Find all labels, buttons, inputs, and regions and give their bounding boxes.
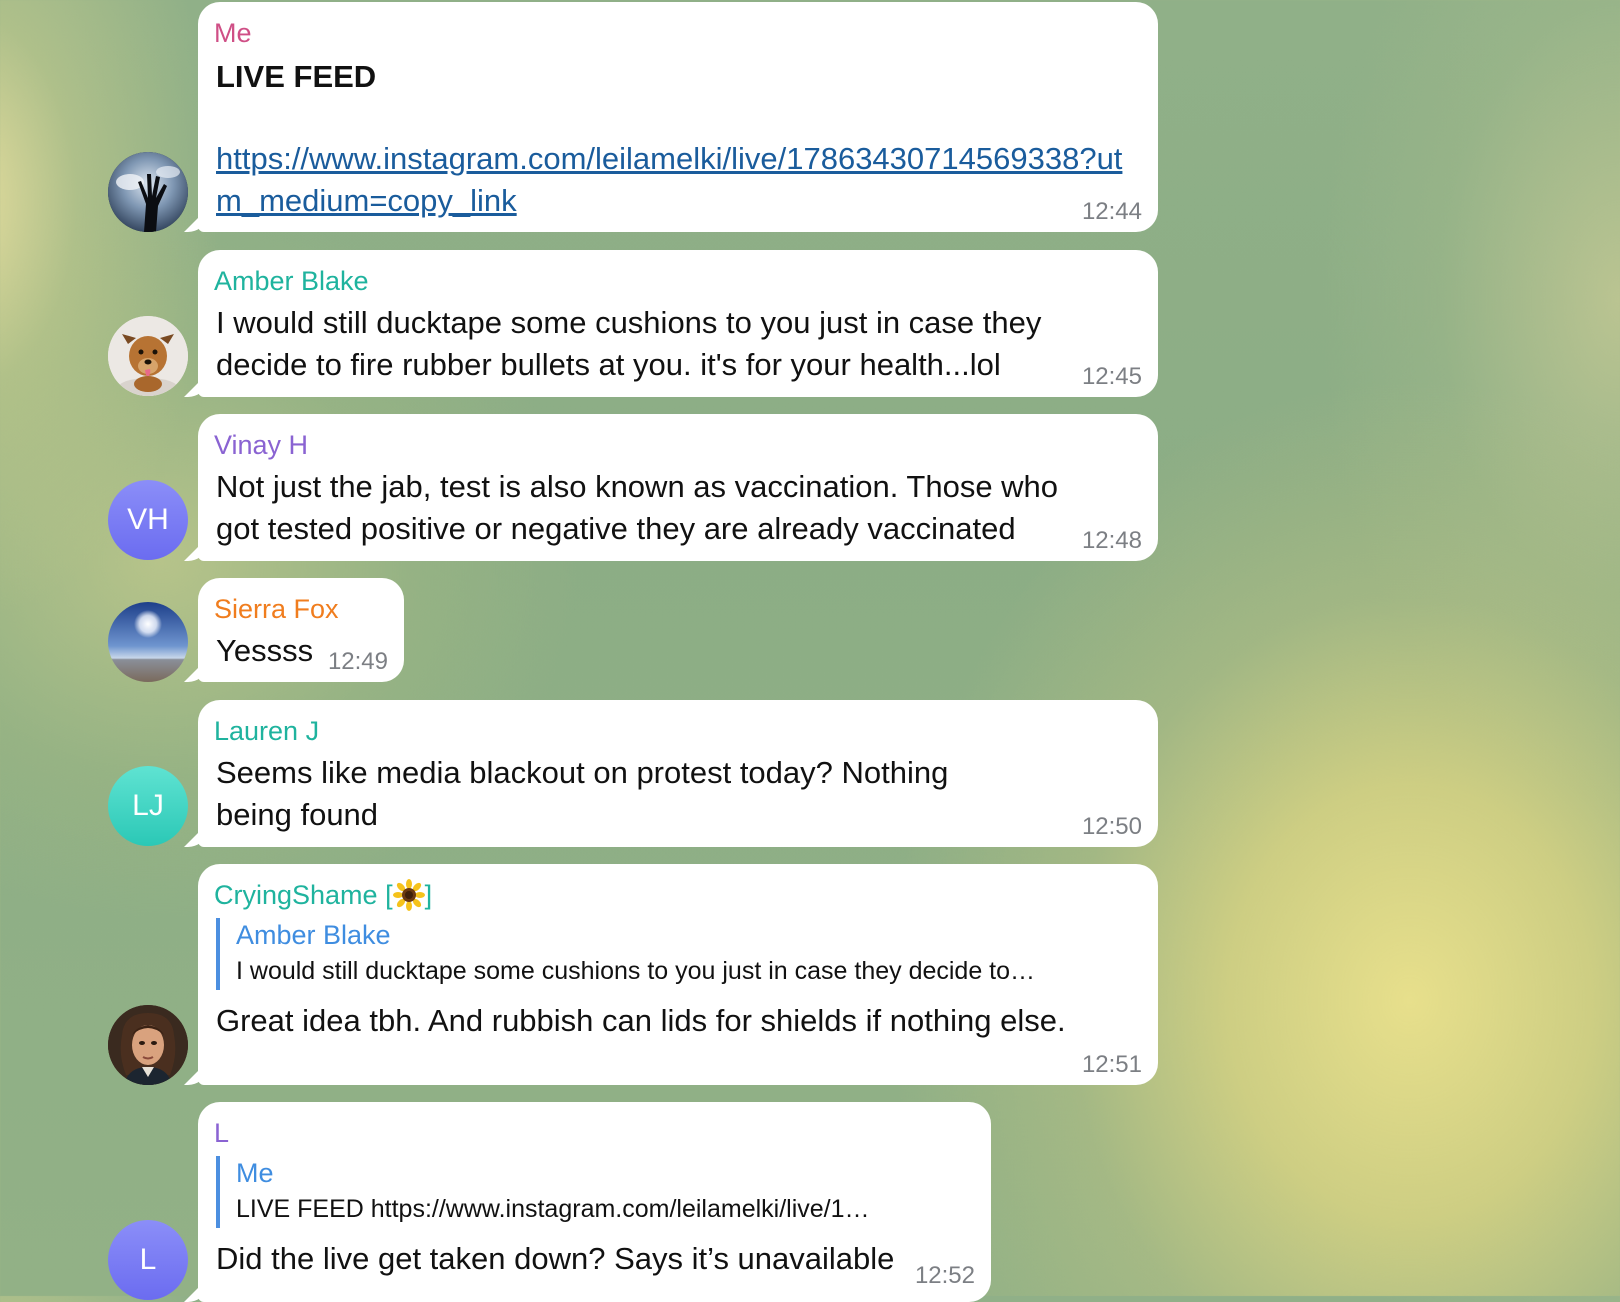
- reply-quote[interactable]: Me LIVE FEED https://www.instagram.com/l…: [216, 1156, 973, 1228]
- message-bubble-cryingshame[interactable]: CryingShame [ ] Amber Blake I would stil…: [198, 864, 1158, 1085]
- message-bubble-vinay-h[interactable]: Vinay H Not just the jab, test is also k…: [198, 414, 1158, 561]
- message-title: LIVE FEED: [216, 59, 377, 94]
- instagram-link[interactable]: https://www.instagram.com/leilamelki/liv…: [216, 141, 1122, 218]
- message-text: Not just the jab, test is also known as …: [216, 469, 1059, 546]
- message-text: Seems like media blackout on protest tod…: [216, 755, 949, 832]
- portrait-painting-photo: [108, 1005, 188, 1085]
- message-bubble-me[interactable]: Me LIVE FEED https://www.instagram.com/l…: [198, 2, 1158, 232]
- sender-name[interactable]: Me: [214, 16, 1140, 50]
- avatar-me[interactable]: [108, 152, 188, 232]
- message-bubble-lauren-j[interactable]: Lauren J Seems like media blackout on pr…: [198, 700, 1158, 847]
- beach-sun-photo: [108, 602, 188, 682]
- sunflower-icon: [392, 879, 425, 911]
- reply-name: Amber Blake: [236, 920, 391, 950]
- reply-name: Me: [236, 1158, 274, 1188]
- sender-name[interactable]: L: [214, 1116, 973, 1150]
- message-bubble-sierra-fox[interactable]: Sierra Fox Yessss 12:49: [198, 578, 404, 682]
- message-time: 12:45: [1081, 363, 1142, 390]
- avatar-cryingshame[interactable]: [108, 1005, 188, 1085]
- hand-silhouette-photo: [108, 152, 188, 232]
- avatar-vinay-h[interactable]: VH: [108, 480, 188, 560]
- sender-name[interactable]: Amber Blake: [214, 264, 1140, 298]
- sender-name[interactable]: Sierra Fox: [214, 592, 386, 626]
- sender-name[interactable]: Lauren J: [214, 714, 1140, 748]
- avatar-amber-blake[interactable]: [108, 316, 188, 396]
- avatar-l[interactable]: L: [108, 1220, 188, 1300]
- sender-name[interactable]: Vinay H: [214, 428, 1140, 462]
- message-time: 12:52: [914, 1262, 975, 1289]
- reply-quote[interactable]: Amber Blake I would still ducktape some …: [216, 918, 1140, 990]
- message-time: 12:49: [327, 648, 388, 675]
- avatar-initials: L: [139, 1243, 157, 1276]
- message-text: Great idea tbh. And rubbish can lids for…: [216, 1003, 1066, 1038]
- dog-photo: [108, 316, 188, 396]
- sender-name-text: CryingShame [: [214, 880, 393, 910]
- sender-name-suffix: ]: [424, 880, 433, 910]
- avatar-sierra-fox[interactable]: [108, 602, 188, 682]
- sender-name[interactable]: CryingShame [ ]: [214, 878, 1140, 912]
- message-bubble-l[interactable]: L Me LIVE FEED https://www.instagram.com…: [198, 1102, 991, 1302]
- message-text: Did the live get taken down? Says it’s u…: [216, 1241, 895, 1276]
- reply-text: LIVE FEED https://www.instagram.com/leil…: [236, 1195, 870, 1223]
- avatar-initials: VH: [127, 503, 169, 536]
- avatar-lauren-j[interactable]: LJ: [108, 766, 188, 846]
- message-text: I would still ducktape some cushions to …: [216, 305, 1042, 382]
- message-time: 12:44: [1081, 198, 1142, 225]
- message-time: 12:48: [1081, 527, 1142, 554]
- message-time: 12:50: [1081, 813, 1142, 840]
- message-bubble-amber-blake[interactable]: Amber Blake I would still ducktape some …: [198, 250, 1158, 397]
- avatar-initials: LJ: [132, 789, 164, 822]
- reply-text: I would still ducktape some cushions to …: [236, 957, 1036, 985]
- message-time: 12:51: [1081, 1051, 1142, 1078]
